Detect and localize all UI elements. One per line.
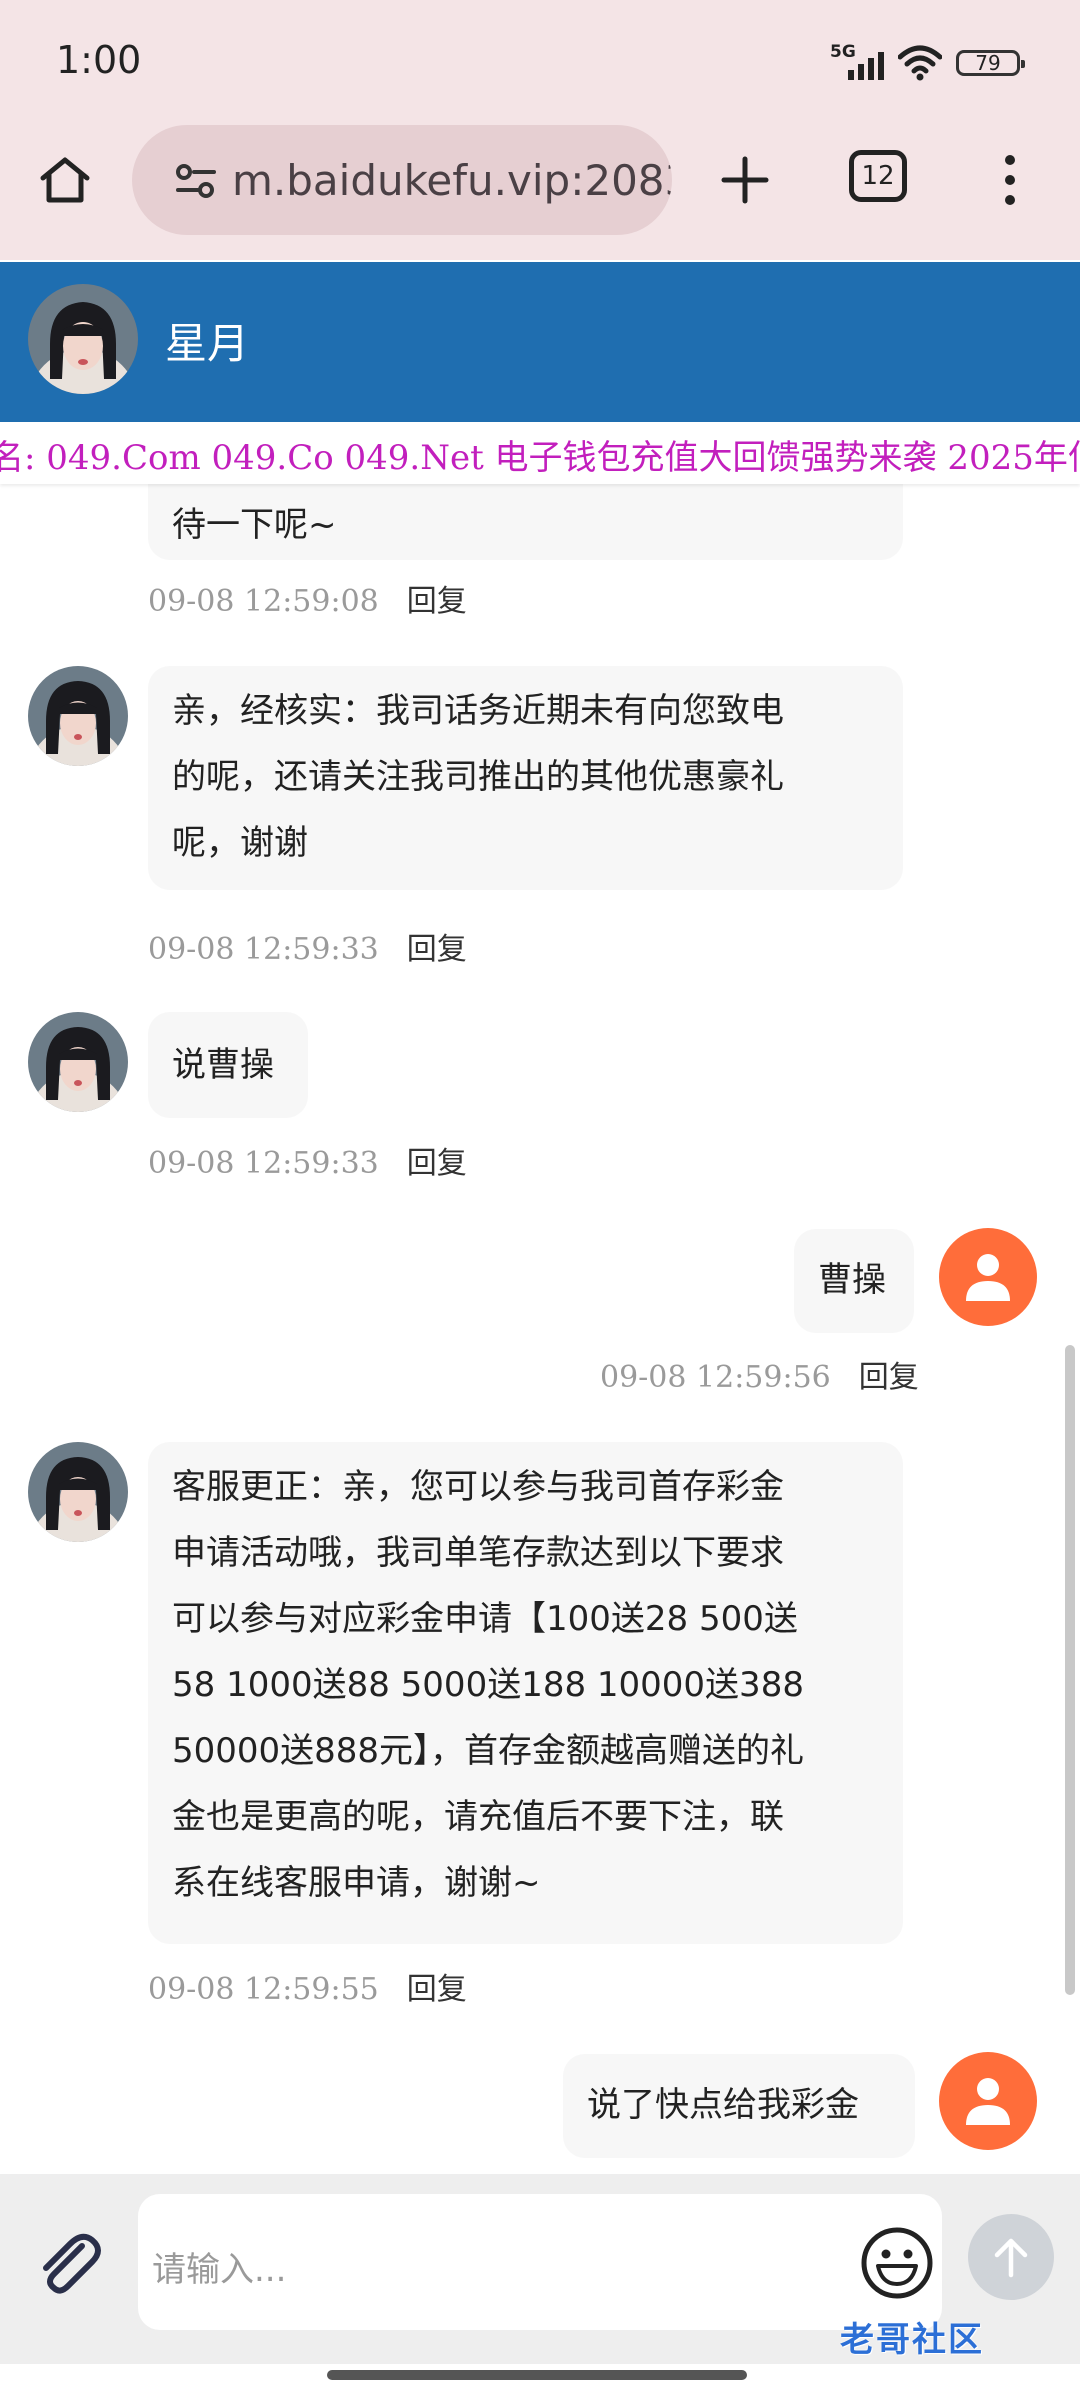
reply-button[interactable]: 回复	[859, 1360, 919, 1395]
message-text: 说曹操	[172, 1045, 274, 1085]
send-button[interactable]	[968, 2214, 1054, 2300]
message-text: 亲，经核实：我司话务近期未有向您致电	[172, 691, 784, 731]
announcement-marquee: 名: 049.Com 049.Co 049.Net 电子钱包充值大回馈强势来袭 …	[0, 422, 1080, 484]
message-text: 的呢，还请关注我司推出的其他优惠豪礼	[172, 757, 784, 797]
person-icon	[966, 2078, 1010, 2125]
message-text: 客服更正：亲，您可以参与我司首存彩金	[172, 1467, 784, 1507]
message-meta: 09-08 12:59:33 回复	[148, 1138, 467, 1182]
message-text: 呢，谢谢	[172, 823, 308, 863]
agent-message-bubble: 说曹操	[148, 1012, 308, 1118]
message-text: 系在线客服申请，谢谢~	[172, 1863, 541, 1903]
agent-avatar	[28, 1442, 128, 1542]
watermark-logo: 老哥社区	[840, 2319, 984, 2360]
plus-icon	[721, 156, 769, 204]
new-tab-button[interactable]	[710, 145, 780, 215]
paperclip-icon[interactable]	[30, 2224, 110, 2304]
message-text: 金也是更高的呢，请充值后不要下注，联	[172, 1797, 784, 1837]
message-list[interactable]: 待一下呢~ 09-08 12:59:08 回复 亲，经核实：我司话务近期未有向您致…	[0, 484, 1080, 2174]
reply-button[interactable]: 回复	[407, 584, 467, 619]
message-timestamp: 09-08 12:59:08	[148, 584, 379, 619]
message-text: 曹操	[818, 1260, 886, 1300]
user-avatar	[939, 2052, 1037, 2150]
message-scrollbar[interactable]	[1065, 1345, 1075, 1995]
tune-icon[interactable]	[172, 156, 220, 204]
user-message-bubble: 说了快点给我彩金	[563, 2054, 915, 2158]
message-timestamp: 09-08 12:59:33	[148, 932, 379, 967]
chat-header: 星月	[0, 262, 1080, 422]
user-message-bubble: 曹操	[794, 1229, 914, 1333]
message-meta: 09-08 12:59:08 回复	[148, 576, 467, 620]
more-vert-icon[interactable]	[990, 145, 1030, 215]
person-icon	[966, 1254, 1010, 1301]
home-button[interactable]	[30, 145, 100, 215]
tabs-button[interactable]: 12	[849, 150, 907, 202]
message-text: 58 1000送88 5000送188 10000送388	[172, 1665, 804, 1705]
status-icons: 5G 79	[830, 40, 1025, 86]
message-text: 可以参与对应彩金申请【100送28 500送	[172, 1599, 798, 1639]
message-timestamp: 09-08 12:59:56	[600, 1360, 831, 1395]
reply-button[interactable]: 回复	[407, 1146, 467, 1181]
message-text: 说了快点给我彩金	[587, 2085, 859, 2125]
agent-message-bubble: 亲，经核实：我司话务近期未有向您致电 的呢，还请关注我司推出的其他优惠豪礼 呢，…	[148, 666, 903, 890]
message-meta: 09-08 12:59:33 回复	[148, 924, 467, 968]
browser-toolbar: m.baidukefu.vip:2083 12	[0, 125, 1080, 260]
message-text: 申请活动哦，我司单笔存款达到以下要求	[172, 1533, 784, 1573]
status-bar: 1:00 5G 79	[0, 0, 1080, 125]
marquee-text: 名: 049.Com 049.Co 049.Net 电子钱包充值大回馈强势来袭 …	[0, 438, 1080, 478]
input-placeholder: 请输入...	[152, 2250, 287, 2290]
agent-message-bubble: 待一下呢~	[148, 484, 903, 560]
battery-icon: 79	[956, 50, 1025, 76]
status-time: 1:00	[56, 38, 142, 82]
address-bar[interactable]: m.baidukefu.vip:2083	[132, 125, 672, 235]
wifi-icon	[898, 45, 942, 81]
agent-message-bubble: 客服更正：亲，您可以参与我司首存彩金 申请活动哦，我司单笔存款达到以下要求 可以…	[148, 1442, 903, 1944]
reply-button[interactable]: 回复	[407, 932, 467, 967]
message-meta: 09-08 12:59:56 回复	[600, 1352, 919, 1396]
url-text: m.baidukefu.vip:2083	[232, 155, 672, 205]
reply-button[interactable]: 回复	[407, 1972, 467, 2007]
arrow-up-icon	[994, 2238, 1028, 2278]
emoji-icon[interactable]	[860, 2226, 934, 2300]
agent-avatar	[28, 1012, 128, 1112]
message-input[interactable]: 请输入...	[138, 2194, 942, 2330]
message-timestamp: 09-08 12:59:33	[148, 1146, 379, 1181]
user-avatar	[939, 1228, 1037, 1326]
message-text: 待一下呢~	[172, 505, 337, 545]
agent-avatar	[28, 284, 138, 394]
agent-avatar	[28, 666, 128, 766]
home-indicator[interactable]	[327, 2370, 747, 2380]
message-timestamp: 09-08 12:59:55	[148, 1972, 379, 2007]
message-meta: 09-08 12:59:55 回复	[148, 1964, 467, 2008]
cell-signal-icon: 5G	[830, 42, 884, 84]
message-text: 50000送888元】，首存金额越高赠送的礼	[172, 1731, 805, 1771]
agent-name: 星月	[165, 319, 250, 368]
home-icon	[40, 157, 90, 203]
